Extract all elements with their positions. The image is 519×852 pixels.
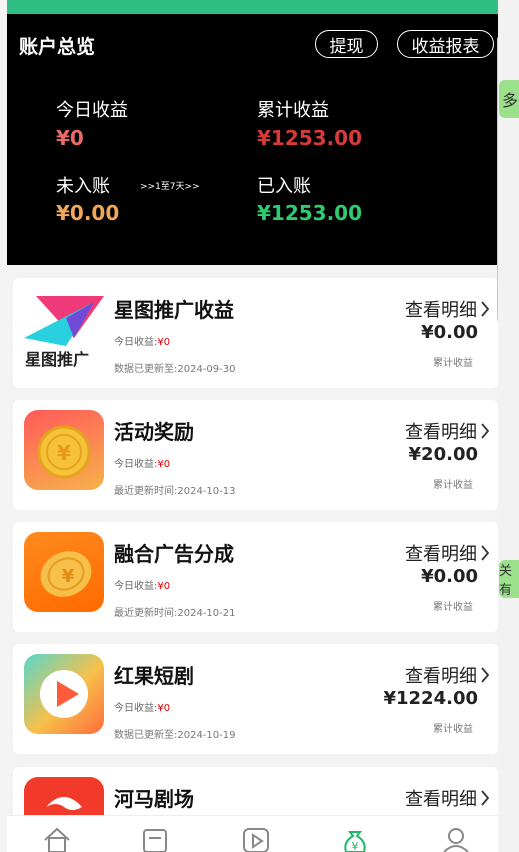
account-overview-header: 账户总览 提现 收益报表 今日收益 ¥0 累计收益 ¥1253.00 未入账 >…	[7, 14, 498, 265]
today-earnings-row: 今日收益:¥0	[114, 337, 171, 348]
background-page-left	[0, 0, 7, 852]
cumulative-label: 累计收益	[433, 602, 473, 613]
chevron-right-icon	[481, 790, 490, 806]
pending-note: >>1至7天>>	[140, 182, 200, 192]
pending-value: ¥0.00	[56, 201, 120, 225]
page-title: 账户总览	[19, 36, 96, 58]
svg-text:¥: ¥	[57, 441, 71, 465]
profile-icon[interactable]	[441, 826, 471, 852]
xingtu-logo-icon: 星图推广	[24, 288, 104, 368]
play-button-icon	[24, 654, 104, 734]
cumulative-amount: ¥0.00	[421, 322, 478, 343]
earnings-card-ad-share[interactable]: ¥ 融合广告分成 今日收益:¥0 最近更新时间:2024-10-21 查看明细 …	[13, 522, 498, 632]
pending-label: 未入账	[56, 176, 110, 197]
card-title: 河马剧场	[114, 787, 194, 811]
scrollbar[interactable]	[497, 36, 498, 322]
video-icon[interactable]	[241, 826, 271, 852]
update-date: 数据已更新至:2024-10-19	[114, 730, 236, 741]
update-date: 数据已更新至:2024-09-30	[114, 364, 236, 375]
today-earnings-row: 今日收益:¥0	[114, 703, 171, 714]
cumulative-label: 累计收益	[433, 358, 473, 369]
view-details-link[interactable]: 查看明细	[405, 418, 490, 444]
background-tab-top[interactable]: 多	[499, 80, 519, 118]
orange-coin-icon: ¥	[24, 532, 104, 612]
cumulative-label: 累计收益	[433, 480, 473, 491]
svg-text:¥: ¥	[352, 840, 359, 852]
today-earnings-label: 今日收益	[56, 100, 128, 121]
xingtu-logo-text: 星图推广	[25, 350, 90, 368]
home-icon[interactable]	[42, 826, 72, 852]
card-title: 星图推广收益	[114, 298, 234, 322]
background-tab-middle[interactable]: 关有	[499, 560, 519, 598]
update-date: 最近更新时间:2024-10-21	[114, 608, 236, 619]
view-details-link[interactable]: 查看明细	[405, 540, 490, 566]
today-earnings-value: ¥0	[56, 126, 84, 150]
earnings-card-activity[interactable]: ¥ 活动奖励 今日收益:¥0 最近更新时间:2024-10-13 查看明细 ¥2…	[13, 400, 498, 510]
chevron-right-icon	[481, 545, 490, 561]
cumulative-amount: ¥1224.00	[383, 688, 478, 709]
bottom-navigation: ¥	[7, 815, 498, 852]
settled-value: ¥1253.00	[257, 201, 363, 225]
cumulative-earnings-value: ¥1253.00	[257, 126, 363, 150]
today-earnings-row: 今日收益:¥0	[114, 581, 171, 592]
chevron-right-icon	[481, 667, 490, 683]
view-details-link[interactable]: 查看明细	[405, 296, 490, 322]
background-page-right	[497, 0, 519, 852]
today-earnings-row: 今日收益:¥0	[114, 459, 171, 470]
cumulative-amount: ¥20.00	[408, 444, 478, 465]
earnings-panel: 账户总览 提现 收益报表 今日收益 ¥0 累计收益 ¥1253.00 未入账 >…	[7, 0, 498, 852]
top-bar	[7, 0, 498, 14]
view-details-link[interactable]: 查看明细	[405, 662, 490, 688]
news-icon[interactable]	[140, 826, 170, 852]
svg-text:¥: ¥	[62, 566, 75, 587]
cumulative-earnings-label: 累计收益	[257, 100, 329, 121]
gold-coin-icon: ¥	[24, 410, 104, 490]
earnings-card-xingtu[interactable]: 星图推广 星图推广收益 今日收益:¥0 数据已更新至:2024-09-30 查看…	[13, 278, 498, 388]
earnings-card-hongguo[interactable]: 红果短剧 今日收益:¥0 数据已更新至:2024-10-19 查看明细 ¥122…	[13, 644, 498, 754]
card-title: 活动奖励	[114, 420, 194, 444]
cumulative-amount: ¥0.00	[421, 566, 478, 587]
card-title: 融合广告分成	[114, 542, 234, 566]
card-title: 红果短剧	[114, 664, 194, 688]
cumulative-label: 累计收益	[433, 724, 473, 735]
money-bag-icon[interactable]: ¥	[340, 826, 370, 852]
update-date: 最近更新时间:2024-10-13	[114, 486, 236, 497]
view-details-link[interactable]: 查看明细	[405, 785, 490, 811]
withdraw-button[interactable]: 提现	[315, 30, 378, 58]
chevron-right-icon	[481, 423, 490, 439]
earnings-report-button[interactable]: 收益报表	[397, 30, 494, 58]
settled-label: 已入账	[257, 176, 311, 197]
chevron-right-icon	[481, 301, 490, 317]
